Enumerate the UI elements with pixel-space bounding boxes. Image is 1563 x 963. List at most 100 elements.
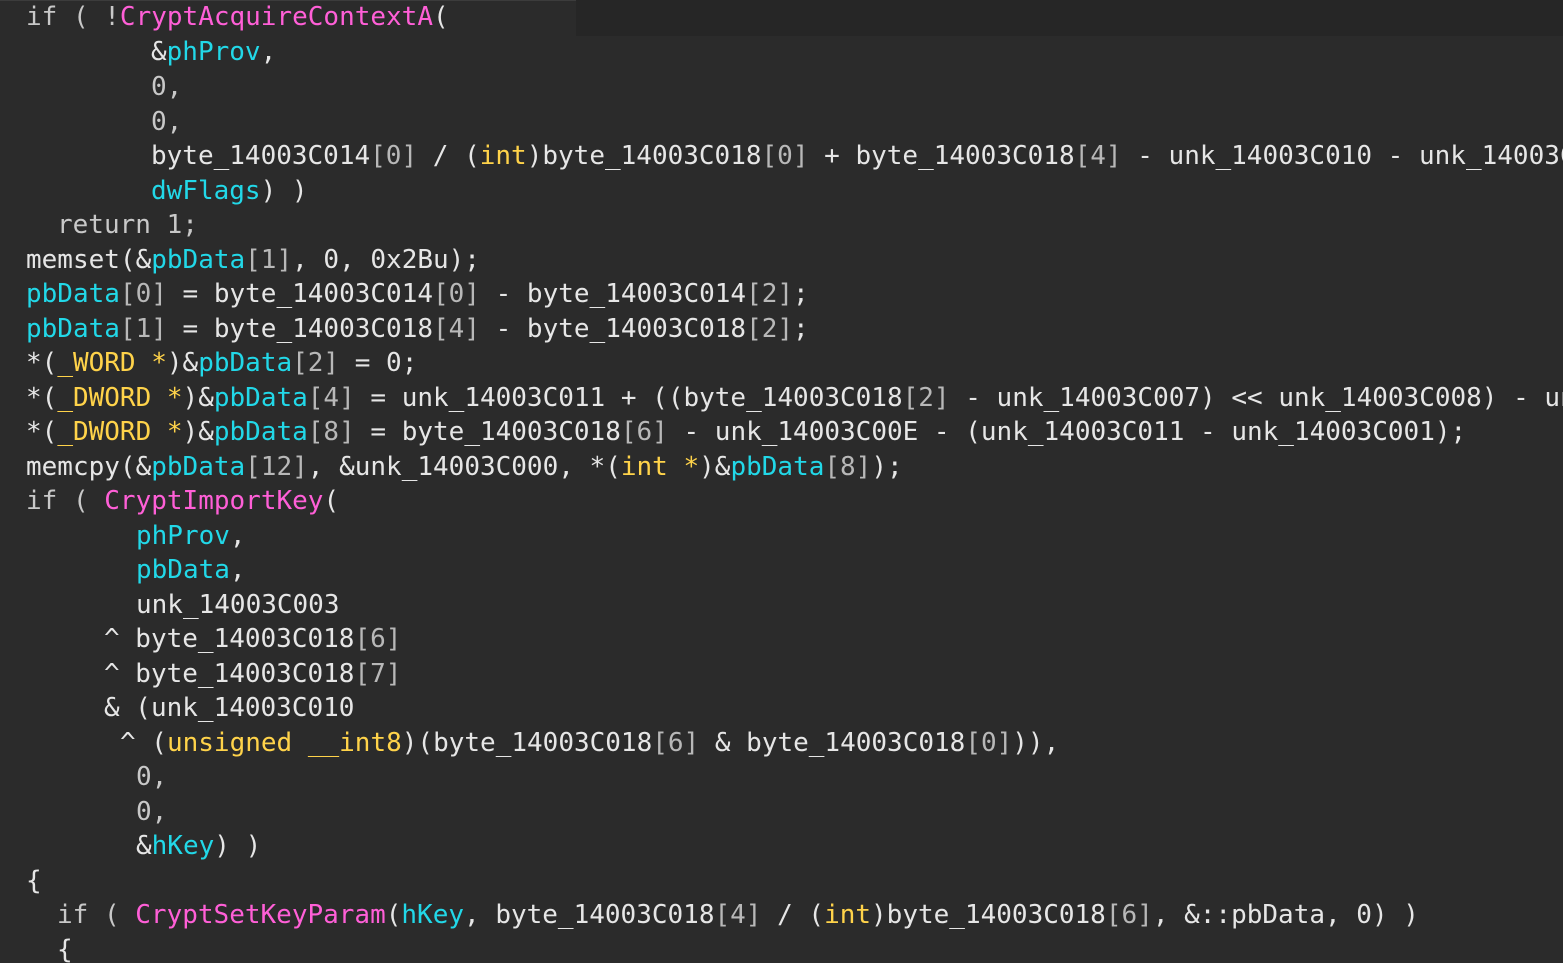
code-token: if (	[57, 900, 136, 930]
code-token: phProv	[136, 521, 230, 551]
code-token: pbData	[151, 452, 246, 482]
code-token: ^ (	[120, 728, 167, 758]
code-token: )&	[166, 348, 199, 378]
code-line[interactable]: &hKey) )	[136, 829, 261, 863]
code-token: + byte_14003C018	[808, 141, 1075, 171]
code-token: )),	[1012, 728, 1060, 758]
code-line[interactable]: memcpy(&pbData[12], &unk_14003C000, *(in…	[26, 450, 903, 484]
code-token: ^ byte_14003C018	[104, 659, 355, 689]
code-token: [4]	[1074, 141, 1122, 171]
code-token: [0]	[761, 141, 809, 171]
code-token: [4]	[307, 383, 355, 413]
code-token: [6]	[652, 728, 700, 758]
code-line[interactable]: pbData[1] = byte_14003C018[4] - byte_140…	[26, 312, 809, 346]
code-line[interactable]: *(_WORD *)&pbData[2] = 0;	[26, 346, 417, 380]
code-line[interactable]: *(_DWORD *)&pbData[8] = byte_14003C018[6…	[26, 415, 1466, 449]
code-line[interactable]: return 1;	[57, 208, 198, 242]
code-token: CryptSetKeyParam	[135, 900, 386, 930]
code-line[interactable]: dwFlags) )	[151, 174, 308, 208]
code-token: memcpy(&	[26, 452, 152, 482]
code-token: (	[385, 900, 402, 930]
code-token: ^ byte_14003C018	[104, 624, 355, 654]
code-token: pbData	[136, 555, 230, 585]
code-token: int	[824, 900, 872, 930]
code-token: [0]	[965, 728, 1013, 758]
code-token: CryptAcquireContextA	[119, 2, 433, 32]
code-token: = byte_14003C014	[166, 279, 433, 309]
header-shade	[576, 0, 1563, 36]
code-line[interactable]: pbData[0] = byte_14003C014[0] - byte_140…	[26, 277, 809, 311]
code-line[interactable]: 0,	[151, 70, 182, 104]
code-line[interactable]: & (unk_14003C010	[104, 691, 354, 725]
code-token: dwFlags	[151, 176, 261, 206]
code-token: = byte_14003C018	[354, 417, 621, 447]
code-token: int	[479, 141, 527, 171]
code-line[interactable]: byte_14003C014[0] / (int)byte_14003C018[…	[151, 139, 1563, 173]
code-token: - unk_14003C00E - (unk_14003C011 - unk_1…	[667, 417, 1467, 447]
code-token: [6]	[620, 417, 668, 447]
code-line[interactable]: memset(&pbData[1], 0, 0x2Bu);	[26, 243, 480, 277]
code-token: pbData	[213, 417, 308, 447]
code-token: [7]	[354, 659, 402, 689]
code-token: )byte_14003C018	[526, 141, 762, 171]
code-line[interactable]: 0,	[151, 105, 182, 139]
code-token: [4]	[433, 314, 480, 344]
code-token: *(	[26, 417, 58, 447]
code-token: (	[433, 2, 449, 32]
code-token: ) )	[260, 176, 308, 206]
code-line[interactable]: ^ byte_14003C018[7]	[104, 657, 401, 691]
code-line[interactable]: unk_14003C003	[136, 588, 340, 622]
code-token: )(byte_14003C018	[401, 728, 653, 758]
code-token: hKey	[401, 900, 465, 930]
code-token: pbData	[213, 383, 308, 413]
code-token: phProv	[166, 37, 261, 67]
code-token: if ( !	[26, 2, 120, 32]
code-line[interactable]: {	[26, 864, 42, 898]
code-line[interactable]: ^ byte_14003C018[6]	[104, 622, 401, 656]
code-token: ,	[260, 37, 277, 67]
code-token: ) )	[214, 831, 262, 861]
code-token: {	[26, 866, 42, 896]
code-token: ;	[793, 279, 809, 309]
code-token: [6]	[1105, 900, 1153, 930]
code-token: = unk_14003C011 + ((byte_14003C018	[354, 383, 903, 413]
code-line[interactable]: 0,	[136, 795, 167, 829]
code-token: 0,	[136, 762, 168, 792]
code-line[interactable]: &phProv,	[151, 35, 276, 69]
code-token: [8]	[824, 452, 872, 482]
code-line[interactable]: phProv,	[136, 519, 246, 553]
code-token: [1]	[245, 245, 293, 275]
code-token: )&	[699, 452, 731, 482]
code-token: [6]	[354, 624, 402, 654]
code-token: return 1;	[57, 210, 198, 240]
code-line[interactable]: pbData,	[136, 553, 246, 587]
code-token: [0]	[370, 141, 418, 171]
code-line[interactable]: 0,	[136, 760, 167, 794]
code-line[interactable]: ^ (unsigned __int8)(byte_14003C018[6] & …	[120, 726, 1059, 760]
code-token: = byte_14003C018	[166, 314, 433, 344]
code-line[interactable]: if ( !CryptAcquireContextA(	[26, 0, 449, 34]
code-token: [2]	[746, 314, 794, 344]
code-token: 0,	[151, 107, 183, 137]
code-line[interactable]: if ( CryptSetKeyParam(hKey, byte_14003C0…	[57, 898, 1419, 932]
code-token: if (	[26, 486, 105, 516]
code-token: pbData	[151, 245, 246, 275]
code-token: [0]	[433, 279, 480, 309]
code-token: & (unk_14003C010	[104, 693, 355, 723]
code-token: hKey	[151, 831, 215, 861]
code-line[interactable]: {	[57, 933, 73, 963]
code-token: *(	[26, 383, 58, 413]
code-token: _DWORD *	[57, 383, 183, 413]
code-token: );	[871, 452, 903, 482]
code-line[interactable]: if ( CryptImportKey(	[26, 484, 339, 518]
code-token: [2]	[292, 348, 340, 378]
code-line[interactable]: *(_DWORD *)&pbData[4] = unk_14003C011 + …	[26, 381, 1563, 415]
code-token: CryptImportKey	[104, 486, 324, 516]
code-token: 0,	[151, 72, 183, 102]
code-token: [2]	[746, 279, 794, 309]
code-token: [2]	[902, 383, 950, 413]
code-token: ;	[793, 314, 809, 344]
code-token: &	[136, 831, 152, 861]
code-token: _DWORD *	[57, 417, 183, 447]
code-token: memset(&	[26, 245, 152, 275]
